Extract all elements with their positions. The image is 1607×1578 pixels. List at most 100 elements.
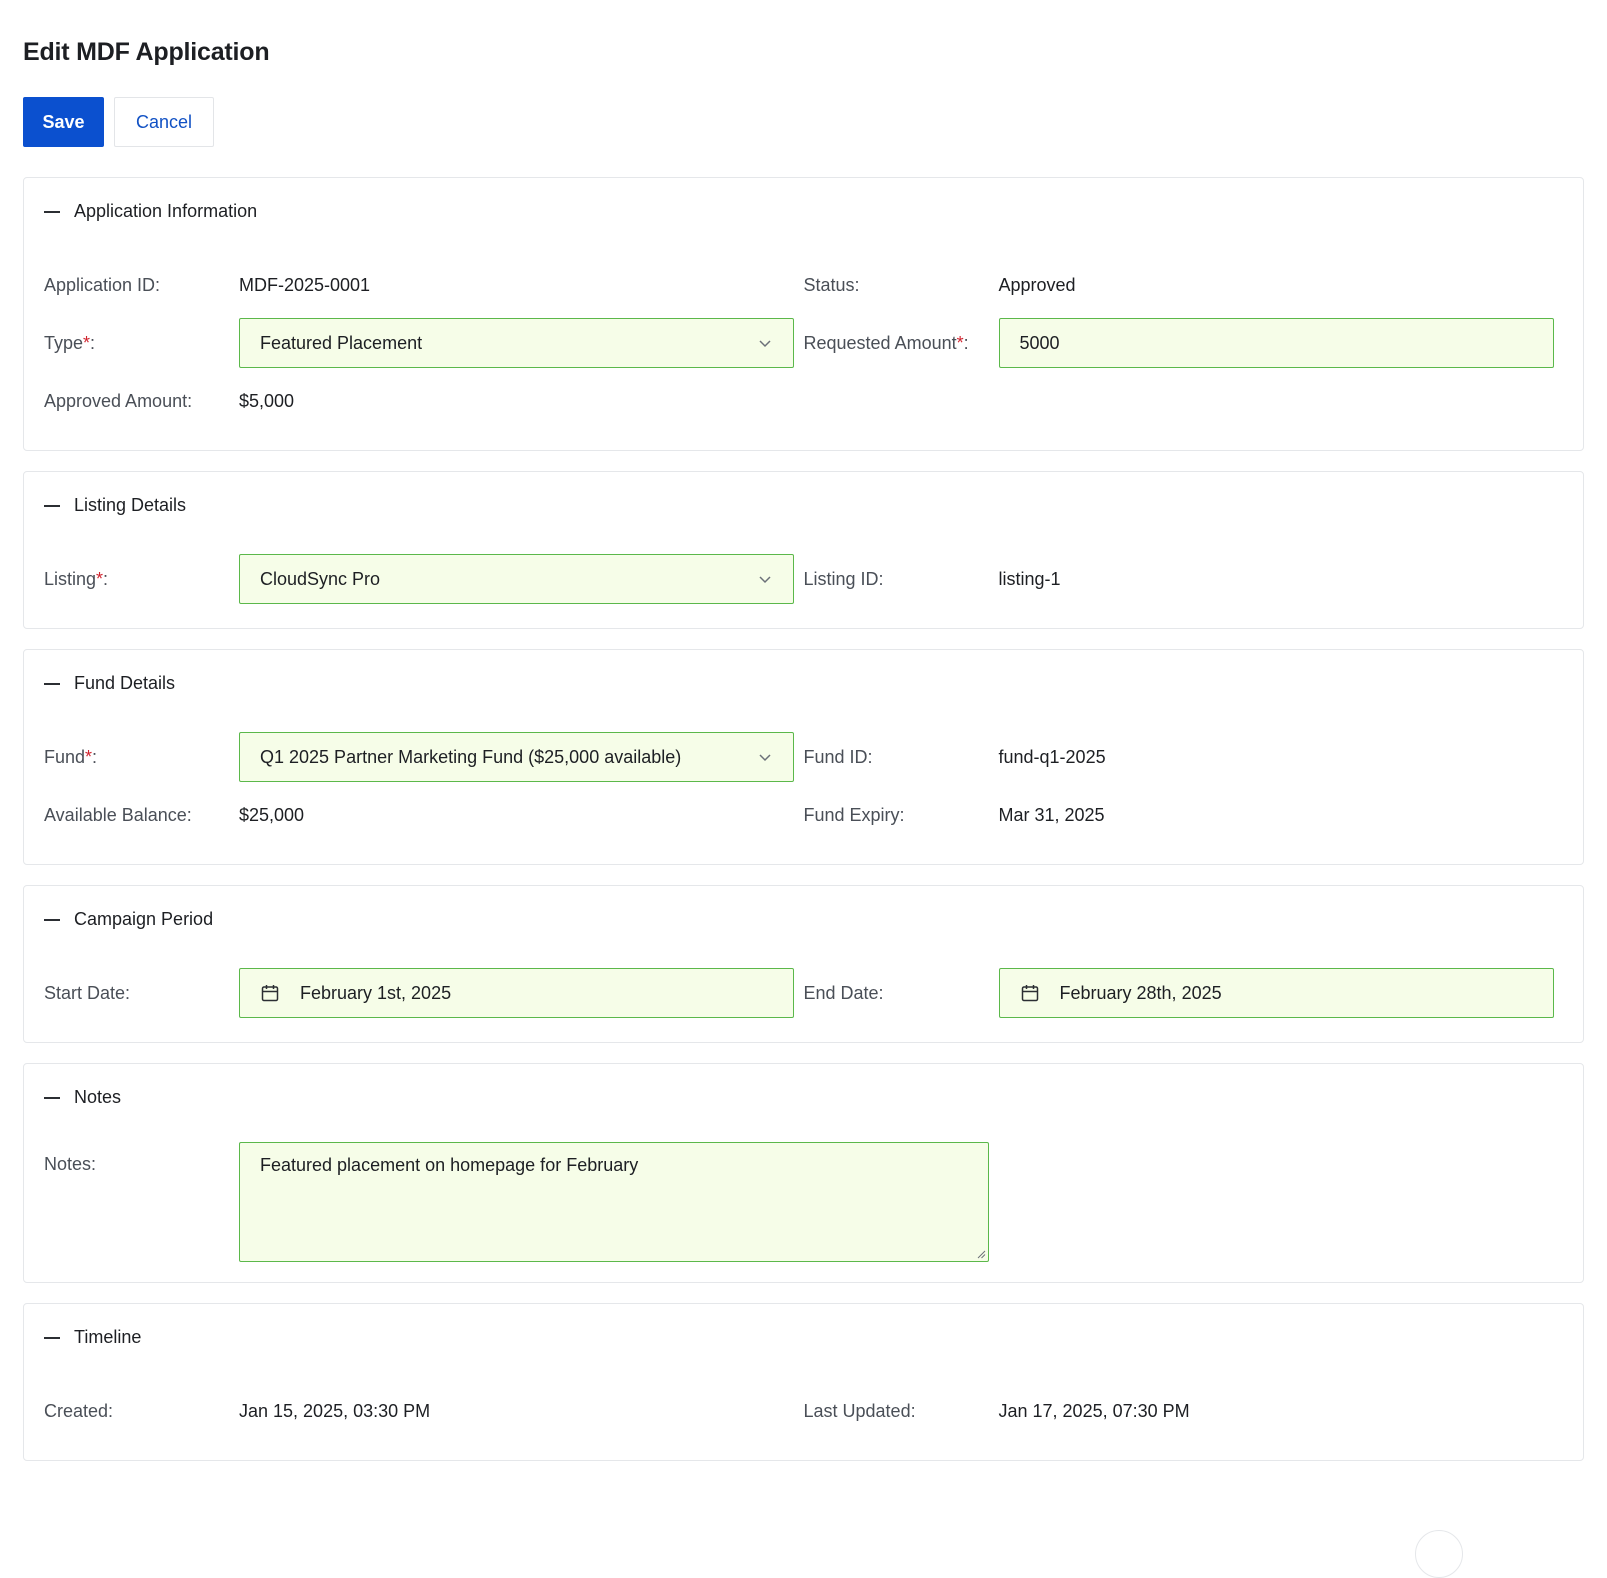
form-row: Available Balance: $25,000 Fund Expiry: … [44,786,1563,844]
requested-amount-input[interactable]: 5000 [998,318,1554,368]
type-select-value: Featured Placement [260,332,423,353]
fund-select[interactable]: Q1 2025 Partner Marketing Fund ($25,000 … [239,732,794,782]
chevron-down-icon [759,576,771,584]
fund-id-label: Fund ID: [803,746,873,767]
listing-label-text: Listing [44,568,97,589]
timeline-body: Created: Jan 15, 2025, 03:30 PM Last Upd… [24,1370,1583,1460]
fund-expiry-label: Fund Expiry: [803,804,905,825]
page: Edit MDF Application Save Cancel Applica… [0,0,1607,1461]
chevron-down-icon [759,340,771,348]
notes-section: Notes Notes: Featured placement on homep… [23,1063,1584,1283]
application-information-header[interactable]: Application Information [24,178,1583,244]
listing-details-body: Listing*: CloudSync Pro Listing ID: list… [24,538,1583,628]
start-date-field: Start Date: February 1st, 2025 [44,968,804,1018]
fund-label-text: Fund [44,746,86,767]
approved-amount-field: Approved Amount: $5,000 [44,391,814,412]
type-label-text: Type [44,332,84,353]
end-date-value: February 28th, 2025 [1059,982,1222,1003]
label-suffix: : [92,746,98,767]
notes-header[interactable]: Notes [24,1064,1583,1130]
approved-amount-label: Approved Amount: [44,390,193,411]
end-date-picker[interactable]: February 28th, 2025 [998,968,1554,1018]
requested-amount-input-value: 5000 [1019,332,1060,353]
timeline-section: Timeline Created: Jan 15, 2025, 03:30 PM… [23,1303,1584,1461]
last-updated-field: Last Updated: Jan 17, 2025, 07:30 PM [804,1401,1564,1422]
campaign-period-body: Start Date: February 1st, 2025 End Date:… [24,952,1583,1042]
collapse-minus-icon[interactable] [44,504,60,507]
collapse-minus-icon[interactable] [44,1096,60,1099]
last-updated-value: Jan 17, 2025, 07:30 PM [998,1400,1190,1421]
notes-textarea-value: Featured placement on homepage for Febru… [260,1155,639,1175]
requested-amount-label-text: Requested Amount [803,332,957,353]
fund-field: Fund*: Q1 2025 Partner Marketing Fund ($… [44,732,804,782]
created-field: Created: Jan 15, 2025, 03:30 PM [44,1401,804,1422]
listing-field: Listing*: CloudSync Pro [44,554,804,604]
listing-label: Listing*: [44,569,239,590]
campaign-period-header[interactable]: Campaign Period [24,886,1583,952]
listing-id-field: Listing ID: listing-1 [804,569,1564,590]
application-id-value: MDF-2025-0001 [239,274,371,295]
collapse-minus-icon[interactable] [44,682,60,685]
notes-label: Notes: [44,1154,97,1174]
fund-id-value: fund-q1-2025 [998,746,1106,767]
notes-textarea[interactable]: Featured placement on homepage for Febru… [239,1142,989,1262]
collapse-minus-icon[interactable] [44,210,60,213]
end-date-label: End Date: [803,982,884,1003]
page-title: Edit MDF Application [23,38,270,66]
fund-select-value: Q1 2025 Partner Marketing Fund ($25,000 … [260,746,682,767]
form-row: Created: Jan 15, 2025, 03:30 PM Last Upd… [44,1382,1563,1440]
form-row: Start Date: February 1st, 2025 End Date:… [44,964,1563,1022]
notes-body: Notes: Featured placement on homepage fo… [24,1130,1583,1282]
listing-id-value: listing-1 [998,568,1061,589]
calendar-icon [261,985,279,1002]
resize-handle-icon[interactable] [976,1249,986,1259]
requested-amount-field: Requested Amount*: 5000 [804,318,1564,368]
required-marker: * [85,746,93,767]
collapse-minus-icon[interactable] [44,1336,60,1339]
chevron-down-icon [759,754,771,762]
form-row: Fund*: Q1 2025 Partner Marketing Fund ($… [44,728,1563,786]
form-row: Application ID: MDF-2025-0001 Status: Ap… [44,256,1563,314]
section-title: Timeline [74,1326,142,1347]
listing-details-section: Listing Details Listing*: CloudSync Pro … [23,471,1584,629]
form-row: Approved Amount: $5,000 [44,372,1563,430]
collapse-minus-icon[interactable] [44,918,60,921]
listing-details-header[interactable]: Listing Details [24,472,1583,538]
required-marker: * [956,332,964,353]
calendar-icon [1021,985,1038,1002]
fund-expiry-field: Fund Expiry: Mar 31, 2025 [804,805,1564,826]
fund-label: Fund*: [44,747,239,768]
label-suffix: : [90,332,96,353]
start-date-picker[interactable]: February 1st, 2025 [239,968,794,1018]
application-id-label: Application ID: [44,274,161,295]
fund-id-field: Fund ID: fund-q1-2025 [804,747,1564,768]
status-value: Approved [998,274,1076,295]
available-balance-value: $25,000 [239,804,305,825]
form-row: Type*: Featured Placement Requested Amou… [44,314,1563,372]
type-field: Type*: Featured Placement [44,318,804,368]
save-button[interactable]: Save [23,97,104,147]
floating-action-button[interactable] [1415,1530,1463,1578]
application-information-body: Application ID: MDF-2025-0001 Status: Ap… [24,244,1583,450]
last-updated-label: Last Updated: [803,1400,916,1421]
listing-select[interactable]: CloudSync Pro [239,554,794,604]
fund-details-header[interactable]: Fund Details [24,650,1583,716]
listing-id-label: Listing ID: [803,568,884,589]
timeline-header[interactable]: Timeline [24,1304,1583,1370]
application-id-field: Application ID: MDF-2025-0001 [44,275,804,296]
cancel-button[interactable]: Cancel [114,97,214,147]
created-value: Jan 15, 2025, 03:30 PM [239,1400,431,1421]
section-title: Campaign Period [74,908,214,929]
required-marker: * [83,332,91,353]
approved-amount-value: $5,000 [239,390,295,411]
label-suffix: : [963,332,969,353]
form-row: Listing*: CloudSync Pro Listing ID: list… [44,550,1563,608]
section-title: Notes [74,1086,122,1107]
start-date-value: February 1st, 2025 [300,982,452,1003]
created-label: Created: [44,1400,114,1421]
type-select[interactable]: Featured Placement [239,318,794,368]
toolbar: Save Cancel [23,97,1584,147]
required-marker: * [96,568,104,589]
end-date-field: End Date: February 28th, 2025 [804,968,1564,1018]
application-information-section: Application Information Application ID: … [23,177,1584,451]
